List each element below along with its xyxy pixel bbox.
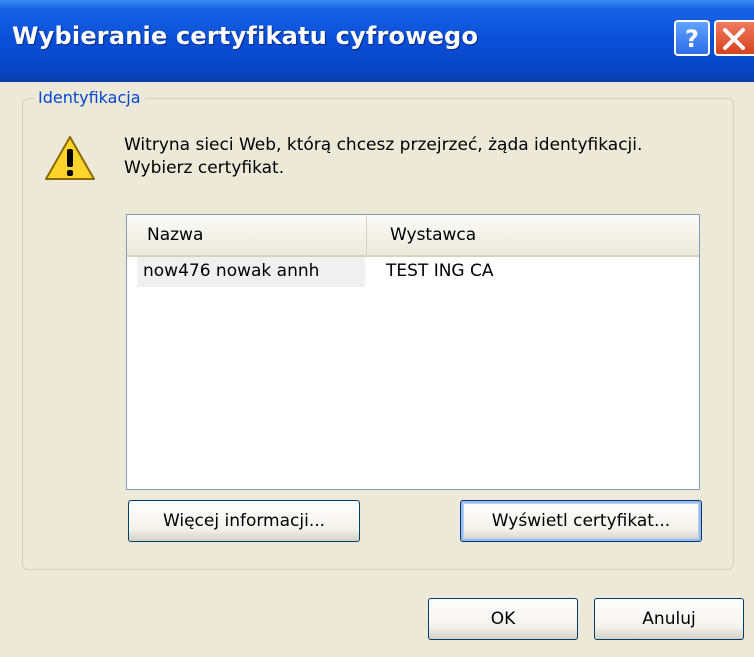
group-label: Identyfikacja <box>34 88 145 107</box>
list-header: Nazwa Wystawca <box>127 215 699 257</box>
prompt-message: Witryna sieci Web, którą chcesz przejrze… <box>124 135 643 178</box>
warning-icon <box>45 136 95 180</box>
title-bar[interactable]: Wybieranie certyfikatu cyfrowego ? <box>0 0 754 82</box>
help-icon: ? <box>685 25 699 53</box>
column-header-issuer[interactable]: Wystawca <box>368 215 699 255</box>
view-certificate-button[interactable]: Wyświetl certyfikat... <box>460 500 702 542</box>
ok-button[interactable]: OK <box>428 598 578 640</box>
column-header-name[interactable]: Nazwa <box>127 215 367 255</box>
certificate-list[interactable]: Nazwa Wystawca now476 nowak annh TEST IN… <box>126 214 700 490</box>
close-button[interactable] <box>714 20 754 56</box>
svg-text:?: ? <box>685 25 699 53</box>
more-info-button[interactable]: Więcej informacji... <box>128 500 360 542</box>
certificate-issuer: TEST ING CA <box>386 261 494 281</box>
cancel-button[interactable]: Anuluj <box>594 598 744 640</box>
close-icon <box>723 28 745 50</box>
certificate-row[interactable]: now476 nowak annh TEST ING CA <box>127 257 699 287</box>
window-title: Wybieranie certyfikatu cyfrowego <box>12 22 479 50</box>
certificate-name[interactable]: now476 nowak annh <box>137 257 365 287</box>
help-button[interactable]: ? <box>674 20 710 56</box>
